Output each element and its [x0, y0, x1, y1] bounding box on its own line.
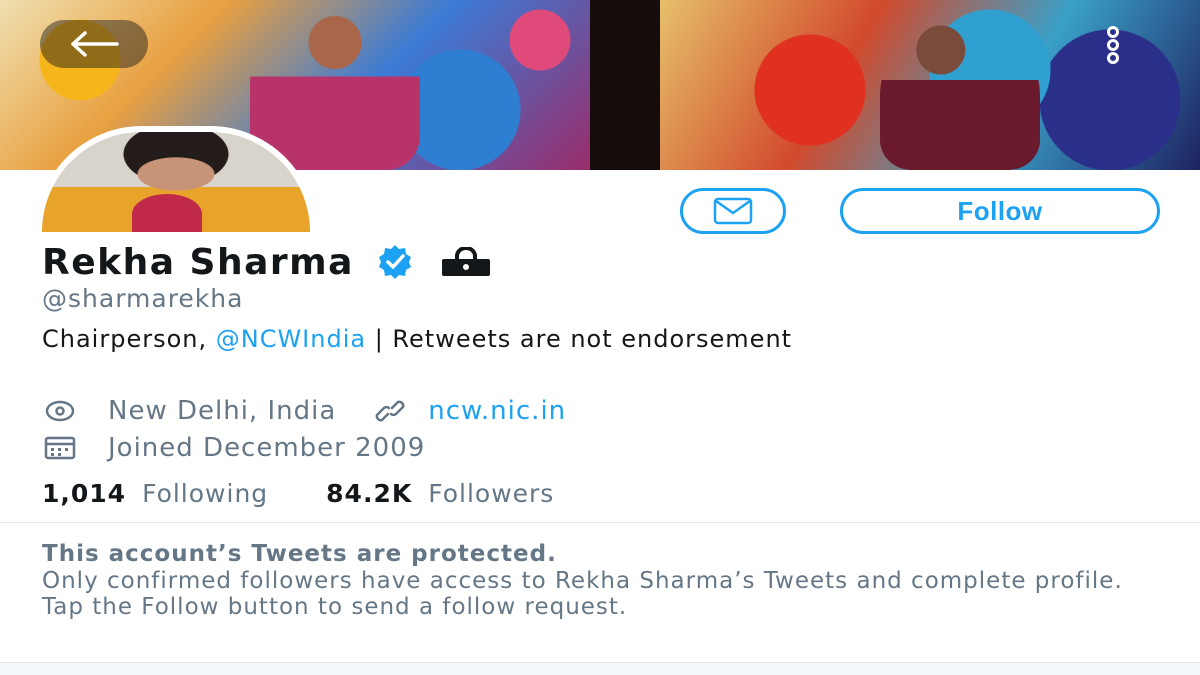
protected-notice: This account’s Tweets are protected. Onl…	[42, 540, 1172, 620]
followers-stat[interactable]: 84.2K Followers	[326, 479, 554, 508]
follow-button[interactable]: Follow	[840, 188, 1160, 234]
more-options-icon	[1107, 26, 1119, 64]
banner-person-left	[250, 0, 420, 170]
back-arrow-icon	[71, 31, 119, 57]
back-button[interactable]	[40, 20, 148, 68]
protected-notice-title: This account’s Tweets are protected.	[42, 541, 557, 567]
more-options-button[interactable]	[1086, 18, 1140, 72]
profile-joined-date: Joined December 2009	[108, 433, 426, 463]
profile-bio: Chairperson, @NCWIndia | Retweets are no…	[42, 325, 1142, 353]
location-pin-icon	[42, 396, 78, 426]
following-label: Following	[142, 478, 269, 508]
link-icon	[372, 396, 408, 426]
profile-location: New Delhi, India	[108, 396, 337, 426]
message-button[interactable]	[680, 188, 786, 234]
profile-handle: @sharmarekha	[42, 284, 244, 313]
following-stat[interactable]: 1,014 Following	[42, 479, 268, 508]
banner-person-right	[880, 20, 1040, 170]
lock-icon	[441, 247, 490, 276]
profile-meta-row: New Delhi, India ncw.nic.in	[42, 395, 566, 427]
following-count: 1,014	[42, 478, 127, 508]
envelope-icon	[713, 197, 753, 225]
followers-label: Followers	[428, 478, 555, 508]
profile-website-link[interactable]: ncw.nic.in	[428, 396, 566, 426]
calendar-icon	[42, 433, 78, 463]
bio-text-suffix: | Retweets are not endorsement	[366, 325, 793, 353]
profile-name-row: Rekha Sharma	[42, 240, 494, 284]
protected-notice-body: Only confirmed followers have access to …	[42, 568, 1123, 620]
section-divider	[0, 522, 1200, 523]
profile-joined-row: Joined December 2009	[42, 432, 425, 464]
profile-stats: 1,014 Following 84.2K Followers	[42, 477, 554, 509]
verified-badge-icon	[378, 245, 411, 279]
bio-text: Chairperson,	[42, 325, 216, 353]
profile-name: Rekha Sharma	[42, 241, 354, 283]
followers-count: 84.2K	[326, 478, 413, 508]
bio-mention-link[interactable]: @NCWIndia	[216, 325, 366, 353]
